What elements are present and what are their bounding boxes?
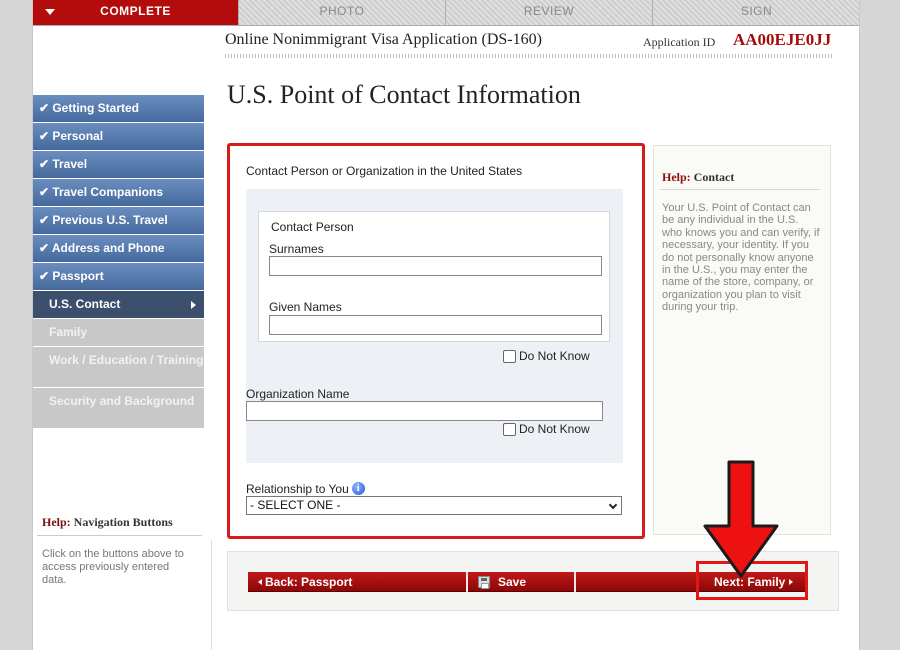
contact-person-box: Contact Person Surnames Given Names <box>258 211 610 342</box>
checkmark-icon: ✔ <box>39 213 50 227</box>
sidebar-item-label: Previous U.S. Travel <box>52 213 168 227</box>
sidebar-item-label: Security and Background <box>49 394 195 408</box>
surnames-input[interactable] <box>269 256 602 276</box>
sidebar-item-label: Work / Education / Training <box>49 353 204 367</box>
contact-do-not-know[interactable]: Do Not Know <box>503 349 590 363</box>
navigation-help-divider <box>37 535 202 536</box>
contact-section-label: Contact Person or Organization in the Un… <box>246 164 523 178</box>
relationship-select[interactable]: - SELECT ONE - <box>246 496 622 515</box>
contact-help-text: Your U.S. Point of Contact can be any in… <box>662 202 820 314</box>
back-button[interactable]: Back: Passport <box>252 572 468 592</box>
application-window: COMPLETE PHOTO REVIEW SIGN Online Nonimm… <box>32 0 860 650</box>
chevron-down-icon <box>608 500 618 510</box>
navigation-help-title-rest: Navigation Buttons <box>73 515 173 529</box>
contact-help-title: Help: Contact <box>662 170 734 185</box>
application-id-value: AA00EJE0JJ <box>733 30 832 49</box>
floppy-disk-icon <box>478 576 490 589</box>
sidebar-item-travel[interactable]: ✔ Travel <box>33 151 204 178</box>
relationship-label-text: Relationship to You <box>246 482 349 496</box>
organization-name-input[interactable] <box>246 401 603 421</box>
application-title: Online Nonimmigrant Visa Application (DS… <box>225 31 542 48</box>
do-not-know-label: Do Not Know <box>519 349 590 363</box>
tab-photo[interactable]: PHOTO <box>239 0 446 25</box>
sidebar-item-us-contact[interactable]: U.S. Contact <box>33 291 204 318</box>
given-names-input[interactable] <box>269 315 602 335</box>
contact-fields-panel: Contact Person Surnames Given Names Do N… <box>246 189 623 463</box>
sidebar-item-address-and-phone[interactable]: ✔ Address and Phone <box>33 235 204 262</box>
tab-complete-label: COMPLETE <box>100 4 171 18</box>
sidebar-item-label: Family <box>49 325 88 339</box>
sidebar-item-previous-us-travel[interactable]: ✔ Previous U.S. Travel <box>33 207 204 234</box>
contact-person-label: Contact Person <box>271 220 354 234</box>
sidebar-item-security-and-background: Security and Background <box>33 388 204 428</box>
navigation-help-title-strong: Help: <box>42 515 71 529</box>
sidebar-item-travel-companions[interactable]: ✔ Travel Companions <box>33 179 204 206</box>
tab-sign[interactable]: SIGN <box>653 0 859 25</box>
sidebar-border <box>211 540 212 650</box>
sidebar-item-label: Address and Phone <box>51 241 165 255</box>
sidebar-item-personal[interactable]: ✔ Personal <box>33 123 204 150</box>
given-names-label: Given Names <box>269 300 342 314</box>
chevron-right-icon <box>191 301 196 309</box>
contact-form-card: Contact Person or Organization in the Un… <box>227 143 645 539</box>
checkmark-icon: ✔ <box>39 185 50 199</box>
contact-help-title-strong: Help: <box>662 170 691 184</box>
navigation-help-text: Click on the buttons above to access pre… <box>42 548 184 586</box>
sidebar-item-family: Family <box>33 319 204 346</box>
caret-down-icon <box>45 9 55 15</box>
sidebar-item-passport[interactable]: ✔ Passport <box>33 263 204 290</box>
surnames-label: Surnames <box>269 242 324 256</box>
back-button-label: Back: Passport <box>265 575 353 589</box>
contact-help-divider <box>660 189 820 190</box>
tab-review[interactable]: REVIEW <box>446 0 653 25</box>
organization-do-not-know[interactable]: Do Not Know <box>503 422 590 436</box>
do-not-know-label: Do Not Know <box>519 422 590 436</box>
save-button[interactable]: Save <box>470 572 576 592</box>
relationship-label: Relationship to You i <box>246 482 365 496</box>
sidebar-item-label: Travel <box>52 157 88 171</box>
sidebar-item-label: Personal <box>52 129 104 143</box>
arrow-left-icon <box>258 579 262 585</box>
sidebar-item-getting-started[interactable]: ✔ Getting Started <box>33 95 204 122</box>
sidebar-item-work-education-training: Work / Education / Training <box>33 347 204 387</box>
organization-name-label: Organization Name <box>246 387 350 401</box>
sidebar-item-label: Getting Started <box>52 101 140 115</box>
checkmark-icon: ✔ <box>39 269 50 283</box>
checkmark-icon: ✔ <box>39 129 50 143</box>
save-button-label: Save <box>498 575 527 589</box>
application-id-label: Application ID <box>643 35 716 49</box>
sidebar-item-label: Travel Companions <box>52 185 164 199</box>
contact-do-not-know-checkbox[interactable] <box>503 349 516 363</box>
checkmark-icon: ✔ <box>39 241 50 255</box>
checkmark-icon: ✔ <box>39 157 50 171</box>
sidebar-item-label: Passport <box>52 269 104 283</box>
sidebar-item-label: U.S. Contact <box>49 297 121 311</box>
header-divider <box>225 54 832 58</box>
annotation-arrow-shape <box>703 460 779 578</box>
organization-do-not-know-checkbox[interactable] <box>503 422 516 436</box>
sidebar-nav: ✔ Getting Started ✔ Personal ✔ Travel ✔ … <box>33 95 204 429</box>
contact-help-title-rest: Contact <box>693 170 735 184</box>
checkmark-icon: ✔ <box>39 101 50 115</box>
progress-tabs: COMPLETE PHOTO REVIEW SIGN <box>33 0 859 26</box>
navigation-help-title: Help: Navigation Buttons <box>42 515 173 530</box>
relationship-selected-value: - SELECT ONE - <box>250 498 341 512</box>
info-icon[interactable]: i <box>351 482 365 495</box>
annotation-arrow-icon <box>703 460 779 578</box>
tab-complete[interactable]: COMPLETE <box>33 0 239 25</box>
page-title: U.S. Point of Contact Information <box>227 80 581 109</box>
